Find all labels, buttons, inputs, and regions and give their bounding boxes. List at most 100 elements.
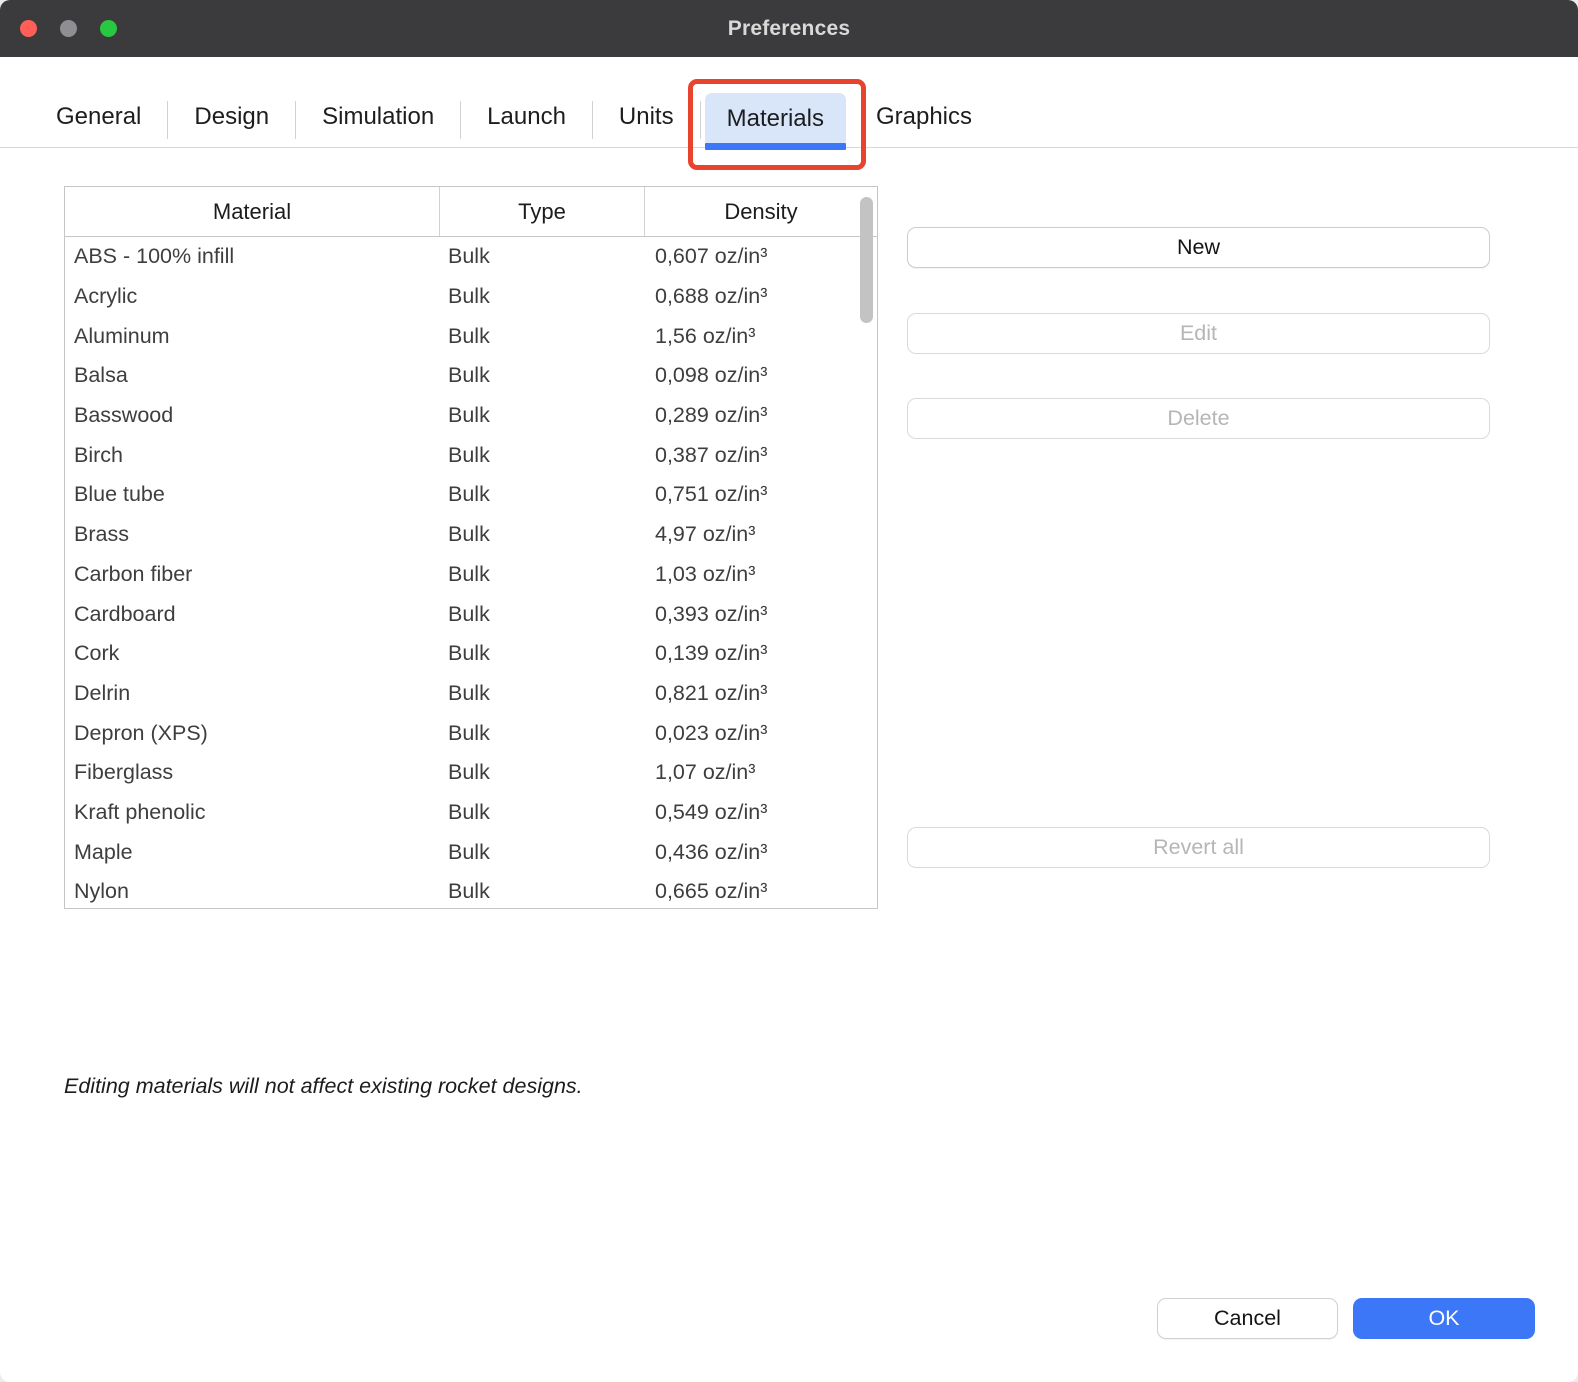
- table-row[interactable]: DelrinBulk0,821 oz/in³: [65, 674, 877, 714]
- table-cell: Bulk: [440, 482, 645, 507]
- titlebar: Preferences: [0, 0, 1578, 57]
- tab-simulation[interactable]: Simulation: [296, 91, 460, 147]
- cancel-button[interactable]: Cancel: [1157, 1298, 1338, 1339]
- column-header-type[interactable]: Type: [440, 187, 645, 236]
- table-cell: Depron (XPS): [65, 721, 440, 746]
- table-cell: Bulk: [440, 403, 645, 428]
- new-button[interactable]: New: [907, 227, 1490, 268]
- table-row[interactable]: Depron (XPS)Bulk0,023 oz/in³: [65, 713, 877, 753]
- table-cell: 0,665 oz/in³: [645, 879, 877, 904]
- tab-units[interactable]: Units: [593, 91, 700, 147]
- table-cell: 0,436 oz/in³: [645, 840, 877, 865]
- table-cell: 0,139 oz/in³: [645, 641, 877, 666]
- tab-launch[interactable]: Launch: [461, 91, 592, 147]
- table-cell: Bulk: [440, 681, 645, 706]
- revert-all-button[interactable]: Revert all: [907, 827, 1490, 868]
- table-cell: Bulk: [440, 641, 645, 666]
- table-cell: Bulk: [440, 443, 645, 468]
- table-row[interactable]: BrassBulk4,97 oz/in³: [65, 515, 877, 555]
- table-row[interactable]: FiberglassBulk1,07 oz/in³: [65, 753, 877, 793]
- table-cell: 0,289 oz/in³: [645, 403, 877, 428]
- table-cell: Bulk: [440, 840, 645, 865]
- tab-graphics[interactable]: Graphics: [850, 91, 998, 147]
- table-cell: 0,098 oz/in³: [645, 363, 877, 388]
- table-cell: 4,97 oz/in³: [645, 522, 877, 547]
- table-cell: Fiberglass: [65, 760, 440, 785]
- table-cell: 0,688 oz/in³: [645, 284, 877, 309]
- table-cell: 0,023 oz/in³: [645, 721, 877, 746]
- table-cell: 0,607 oz/in³: [645, 244, 877, 269]
- materials-table: Material Type Density ABS - 100% infillB…: [64, 186, 878, 909]
- materials-note: Editing materials will not affect existi…: [64, 1074, 583, 1099]
- table-cell: Bulk: [440, 879, 645, 904]
- table-cell: Blue tube: [65, 482, 440, 507]
- table-row[interactable]: ABS - 100% infillBulk0,607 oz/in³: [65, 237, 877, 277]
- table-cell: Cardboard: [65, 602, 440, 627]
- table-cell: 0,751 oz/in³: [645, 482, 877, 507]
- table-cell: Bulk: [440, 363, 645, 388]
- table-cell: Bulk: [440, 522, 645, 547]
- table-cell: Delrin: [65, 681, 440, 706]
- table-row[interactable]: BalsaBulk0,098 oz/in³: [65, 356, 877, 396]
- table-cell: Nylon: [65, 879, 440, 904]
- table-row[interactable]: Blue tubeBulk0,751 oz/in³: [65, 475, 877, 515]
- table-row[interactable]: CorkBulk0,139 oz/in³: [65, 634, 877, 674]
- table-cell: 1,07 oz/in³: [645, 760, 877, 785]
- tab-materials-label: Materials: [727, 105, 824, 132]
- tab-general[interactable]: General: [30, 91, 167, 147]
- tab-separator: [700, 101, 701, 139]
- table-cell: 0,821 oz/in³: [645, 681, 877, 706]
- table-cell: Birch: [65, 443, 440, 468]
- table-row[interactable]: Kraft phenolicBulk0,549 oz/in³: [65, 793, 877, 833]
- tab-materials[interactable]: Materials: [705, 93, 846, 147]
- tab-bar: General Design Simulation Launch Units M…: [0, 57, 1578, 148]
- table-row[interactable]: Carbon fiberBulk1,03 oz/in³: [65, 555, 877, 595]
- table-cell: Bulk: [440, 721, 645, 746]
- table-row[interactable]: NylonBulk0,665 oz/in³: [65, 872, 877, 909]
- table-cell: Kraft phenolic: [65, 800, 440, 825]
- table-cell: Bulk: [440, 284, 645, 309]
- table-row[interactable]: MapleBulk0,436 oz/in³: [65, 832, 877, 872]
- table-cell: 1,03 oz/in³: [645, 562, 877, 587]
- table-cell: 1,56 oz/in³: [645, 324, 877, 349]
- table-cell: Bulk: [440, 244, 645, 269]
- table-cell: Acrylic: [65, 284, 440, 309]
- tab-active-underline: [705, 143, 846, 150]
- column-header-density[interactable]: Density: [645, 187, 877, 236]
- table-cell: Bulk: [440, 602, 645, 627]
- close-window-icon[interactable]: [20, 20, 37, 37]
- window-title: Preferences: [728, 17, 850, 41]
- table-cell: Brass: [65, 522, 440, 547]
- zoom-window-icon[interactable]: [100, 20, 117, 37]
- tab-design[interactable]: Design: [168, 91, 295, 147]
- table-row[interactable]: AcrylicBulk0,688 oz/in³: [65, 277, 877, 317]
- table-cell: Bulk: [440, 324, 645, 349]
- table-cell: Carbon fiber: [65, 562, 440, 587]
- delete-button[interactable]: Delete: [907, 398, 1490, 439]
- table-row[interactable]: BasswoodBulk0,289 oz/in³: [65, 396, 877, 436]
- table-cell: ABS - 100% infill: [65, 244, 440, 269]
- table-row[interactable]: CardboardBulk0,393 oz/in³: [65, 594, 877, 634]
- edit-button[interactable]: Edit: [907, 313, 1490, 354]
- table-cell: Basswood: [65, 403, 440, 428]
- table-row[interactable]: BirchBulk0,387 oz/in³: [65, 435, 877, 475]
- table-header-row: Material Type Density: [65, 187, 877, 237]
- table-cell: Balsa: [65, 363, 440, 388]
- ok-button[interactable]: OK: [1353, 1298, 1535, 1339]
- table-cell: 0,387 oz/in³: [645, 443, 877, 468]
- scrollbar-thumb[interactable]: [860, 197, 873, 323]
- table-cell: Maple: [65, 840, 440, 865]
- preferences-window: Preferences General Design Simulation La…: [0, 0, 1578, 1382]
- minimize-window-icon[interactable]: [60, 20, 77, 37]
- table-cell: Bulk: [440, 562, 645, 587]
- table-cell: Bulk: [440, 800, 645, 825]
- table-cell: Aluminum: [65, 324, 440, 349]
- table-row[interactable]: AluminumBulk1,56 oz/in³: [65, 316, 877, 356]
- window-controls: [20, 0, 117, 57]
- table-cell: 0,549 oz/in³: [645, 800, 877, 825]
- materials-table-body: ABS - 100% infillBulk0,607 oz/in³Acrylic…: [65, 237, 877, 909]
- table-cell: Cork: [65, 641, 440, 666]
- column-header-material[interactable]: Material: [65, 187, 440, 236]
- table-cell: Bulk: [440, 760, 645, 785]
- table-cell: 0,393 oz/in³: [645, 602, 877, 627]
